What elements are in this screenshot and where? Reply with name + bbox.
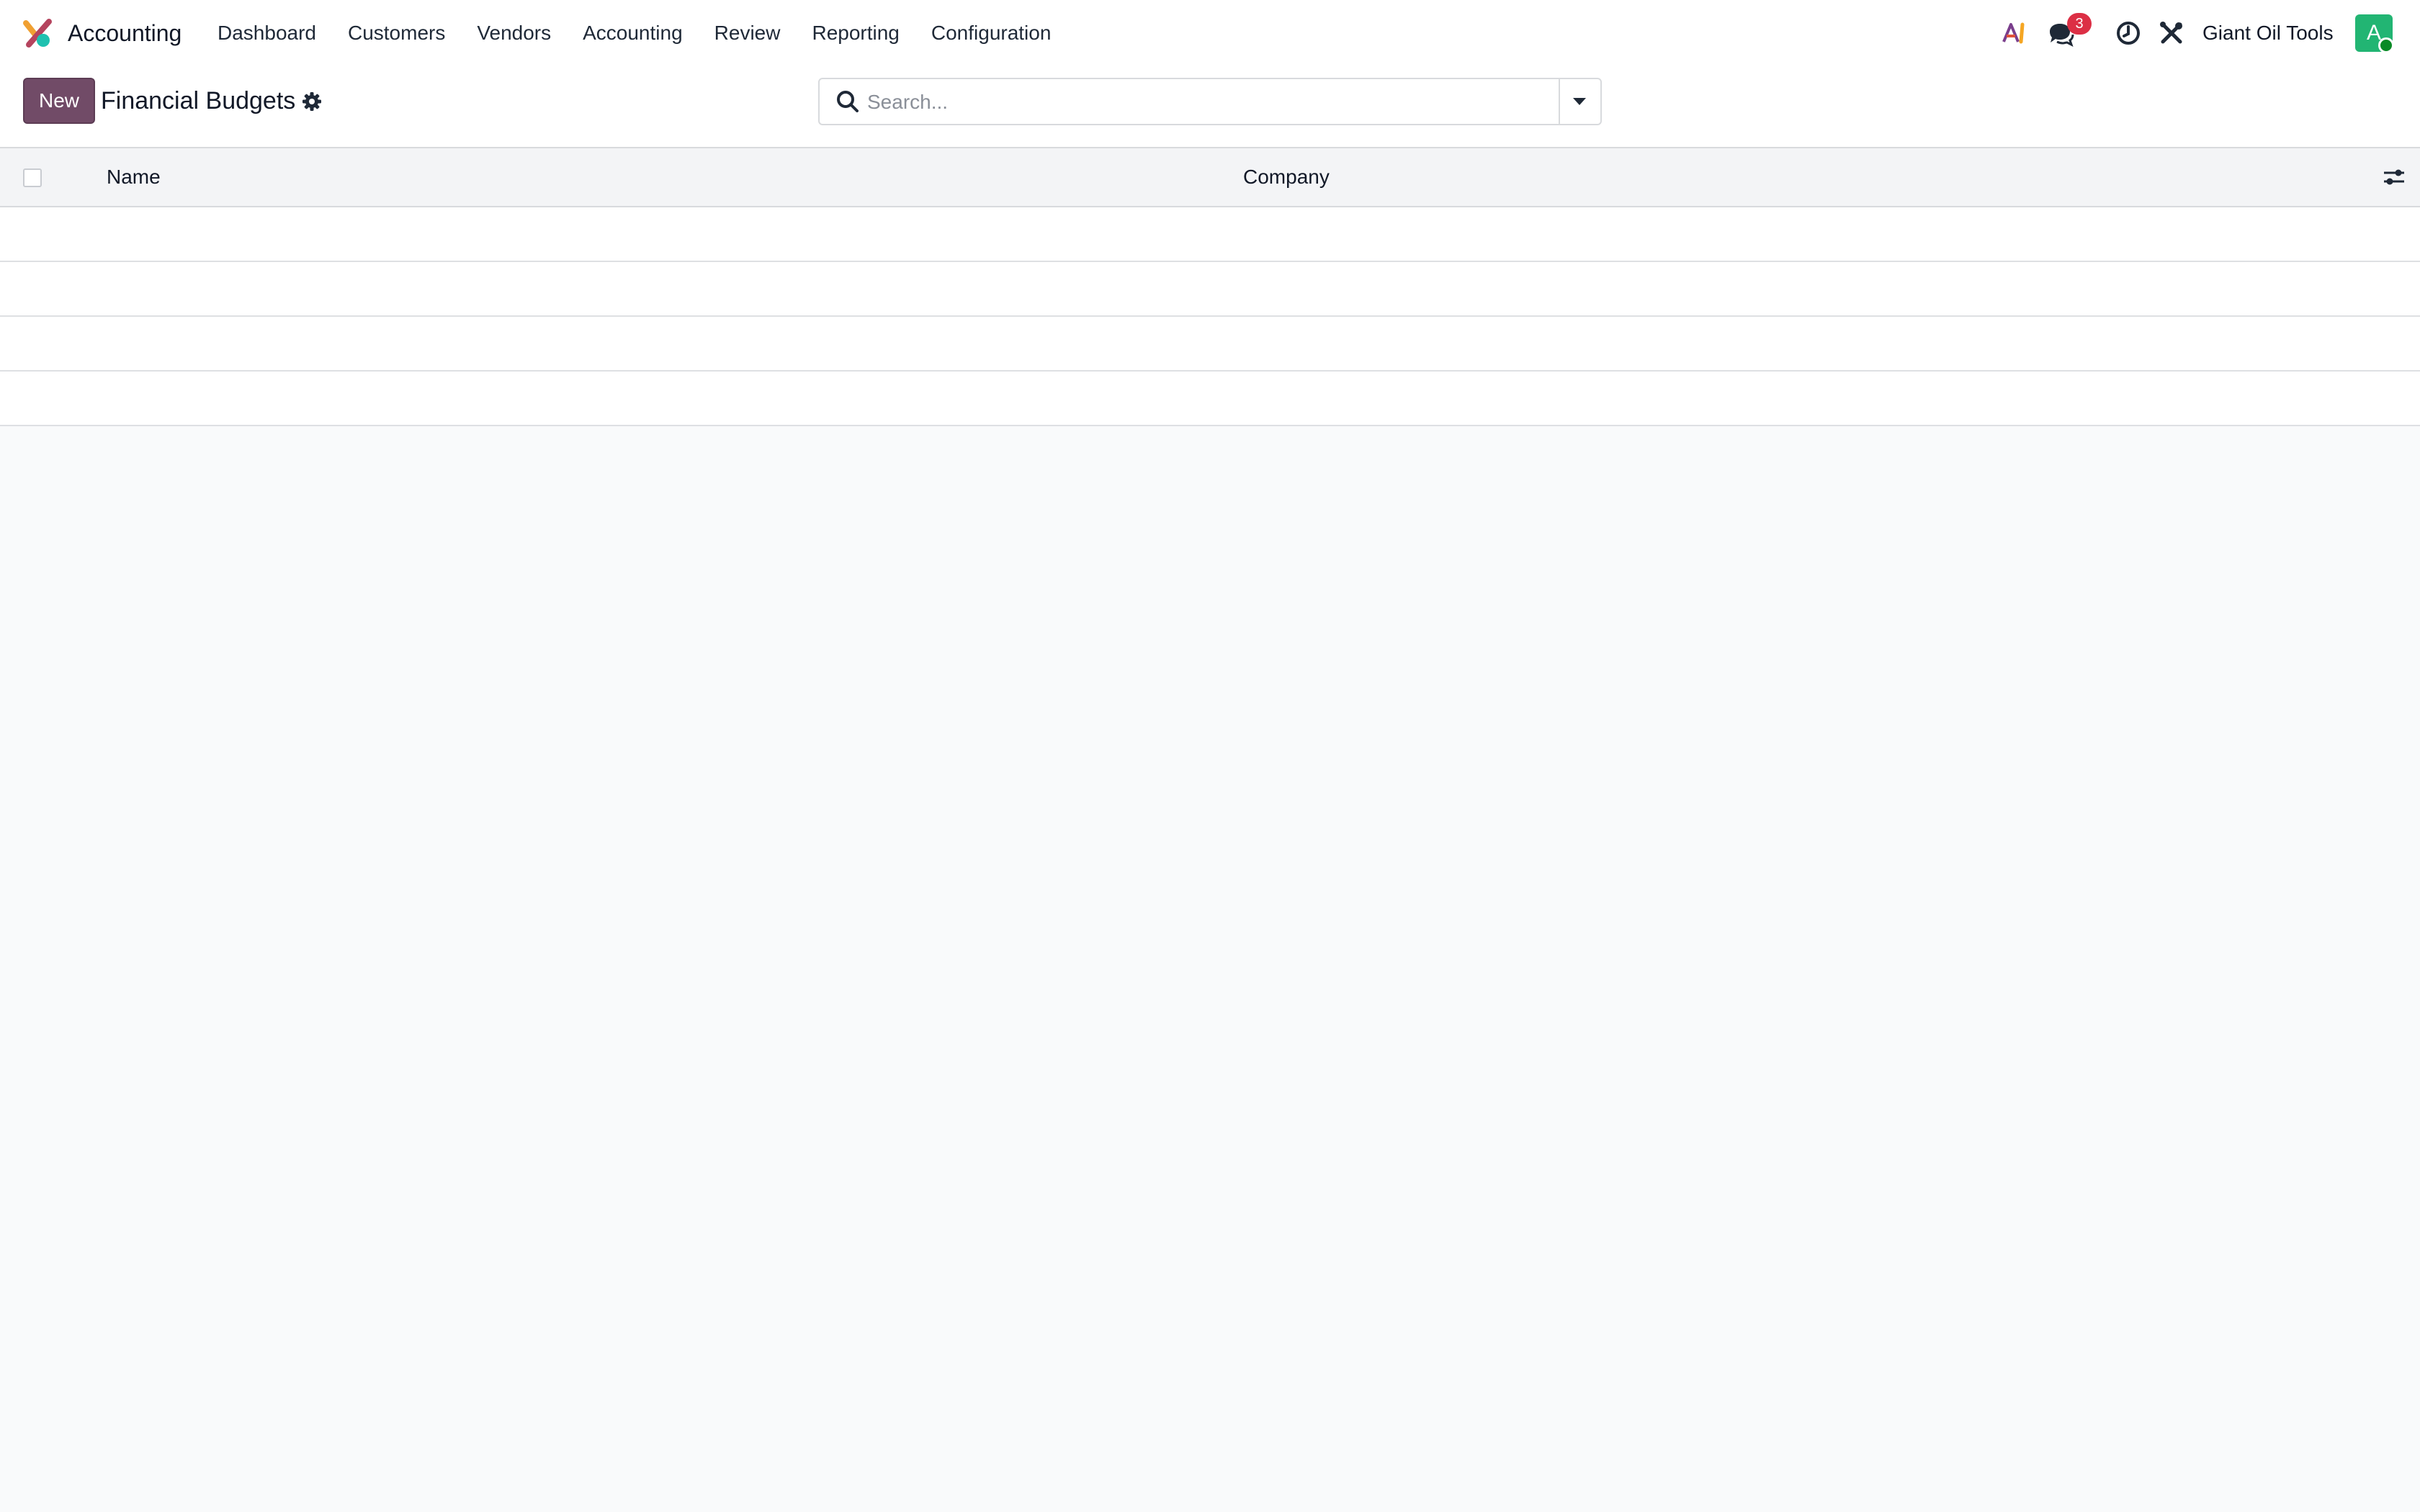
select-all-checkbox[interactable] — [23, 168, 42, 187]
column-header-company[interactable]: Company — [1243, 148, 1330, 206]
new-button[interactable]: New — [23, 78, 95, 124]
control-panel: New Financial Budgets — [0, 66, 2420, 148]
list-header: Name Company — [0, 148, 2420, 207]
page-title: Financial Budgets — [101, 87, 296, 114]
presence-status-dot — [2378, 37, 2394, 53]
company-switcher[interactable]: Giant Oil Tools — [2202, 17, 2334, 49]
optional-columns-icon[interactable] — [2381, 164, 2407, 190]
gear-icon[interactable] — [301, 91, 323, 112]
list-body — [0, 207, 2420, 426]
accounting-app-icon[interactable] — [22, 17, 53, 49]
table-row — [0, 207, 2420, 262]
menu-item-customers[interactable]: Customers — [332, 17, 461, 49]
search-options-toggle[interactable] — [1559, 79, 1600, 124]
ai-icon[interactable] — [2001, 19, 2030, 48]
menu-item-accounting[interactable]: Accounting — [567, 17, 699, 49]
app-name[interactable]: Accounting — [68, 17, 182, 49]
table-row — [0, 372, 2420, 426]
menu-item-configuration[interactable]: Configuration — [915, 17, 1067, 49]
menu-item-vendors[interactable]: Vendors — [461, 17, 567, 49]
table-row — [0, 262, 2420, 317]
caret-down-icon — [1573, 98, 1586, 105]
search-icon — [837, 91, 859, 112]
search-input[interactable] — [866, 85, 1546, 120]
column-header-name[interactable]: Name — [107, 148, 161, 206]
table-row — [0, 317, 2420, 372]
menu-item-review[interactable]: Review — [699, 17, 797, 49]
menu-item-dashboard[interactable]: Dashboard — [202, 17, 332, 49]
tools-icon[interactable] — [2157, 19, 2186, 48]
clock-icon[interactable] — [2114, 19, 2143, 48]
menu-item-reporting[interactable]: Reporting — [796, 17, 915, 49]
message-count-badge: 3 — [2067, 13, 2092, 35]
main-menu: Dashboard Customers Vendors Accounting R… — [202, 17, 1067, 49]
top-navbar: Accounting Dashboard Customers Vendors A… — [0, 0, 2420, 66]
search-bar — [818, 78, 1602, 125]
